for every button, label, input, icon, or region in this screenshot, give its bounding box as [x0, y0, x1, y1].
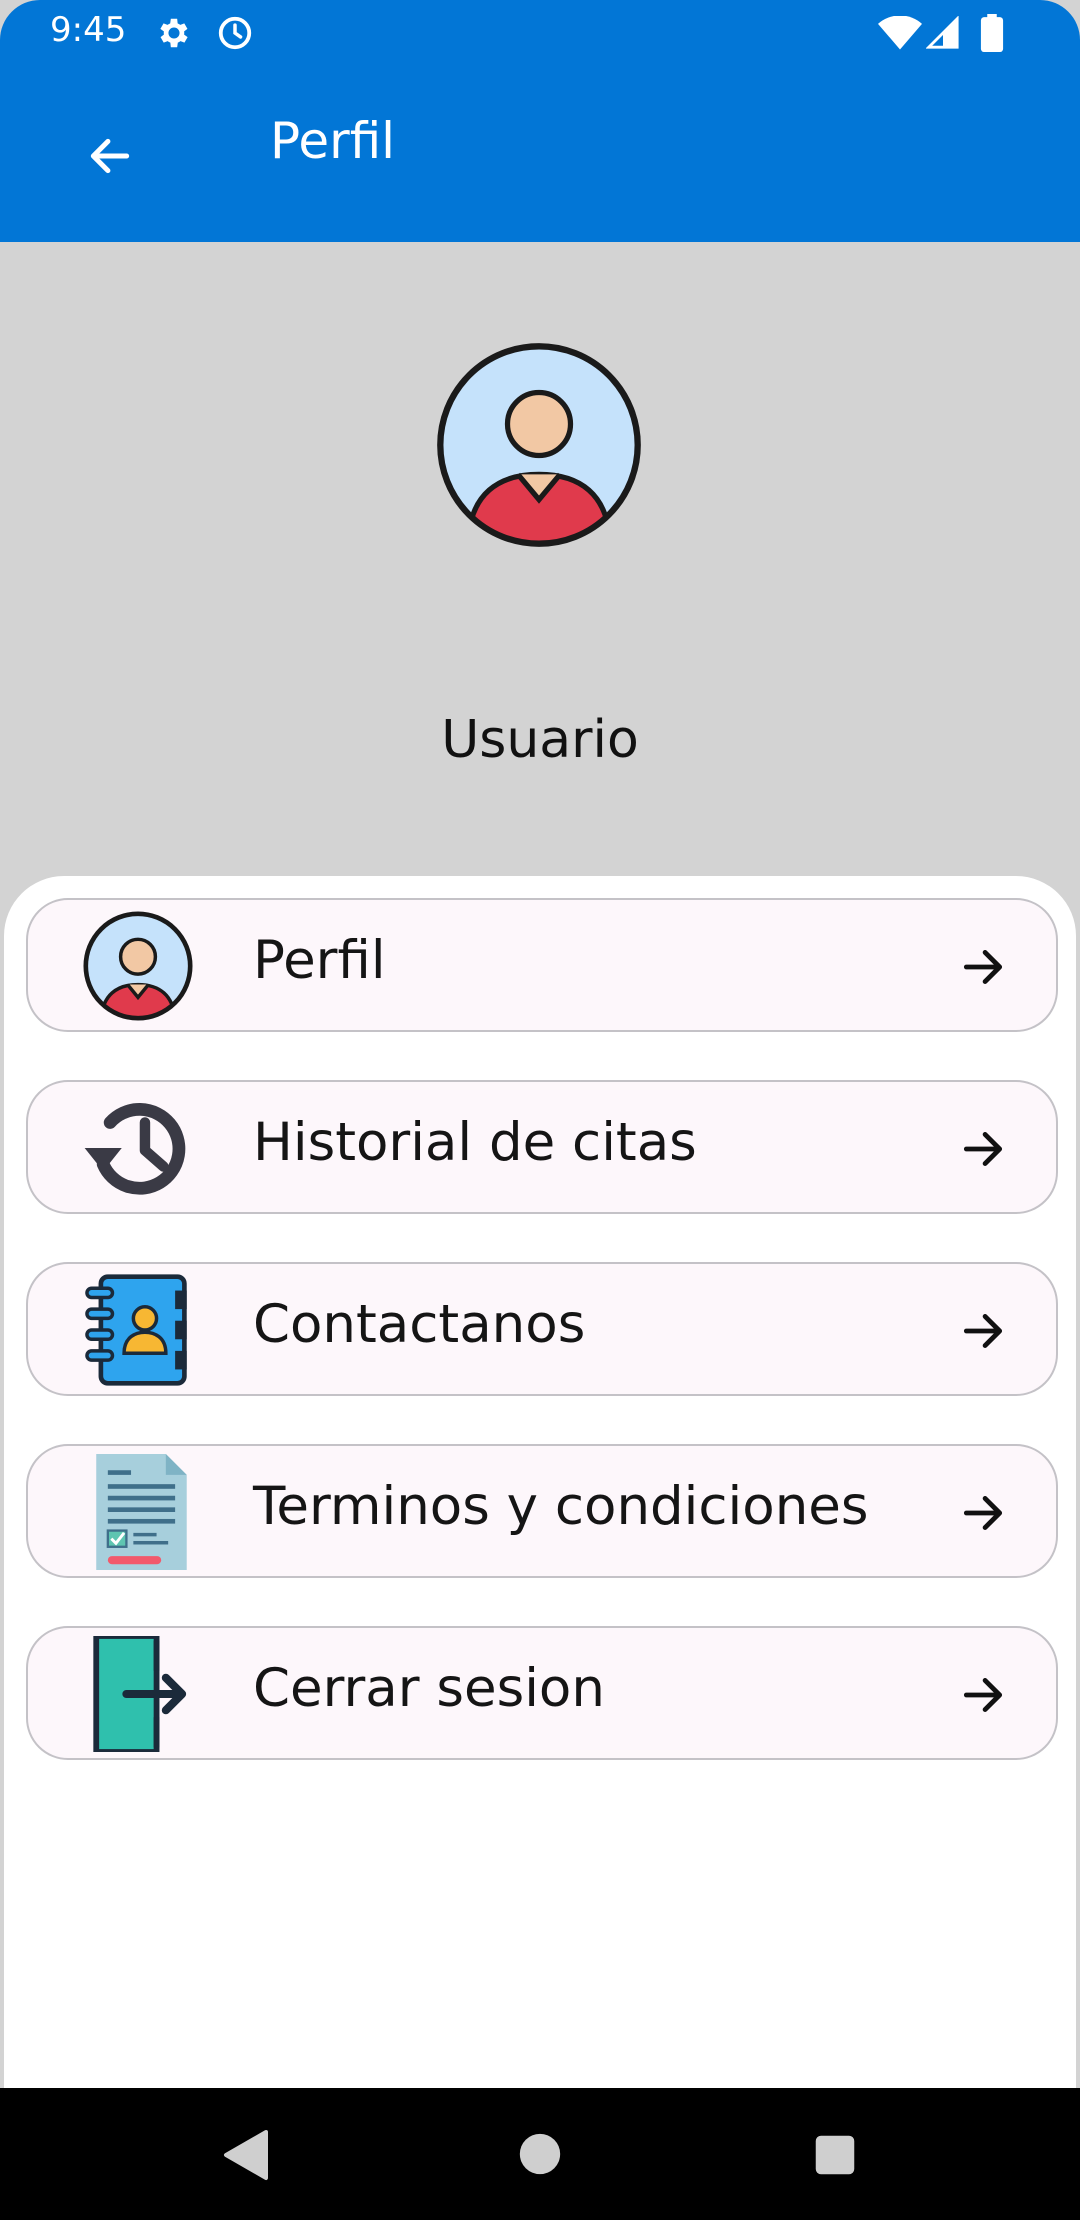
- arrow-right-icon: [963, 1678, 1003, 1712]
- user-avatar-icon: [83, 911, 193, 1021]
- arrow-right-icon: [963, 1496, 1003, 1530]
- status-time: 9:45: [50, 10, 127, 50]
- menu-item-cerrar-sesion[interactable]: Cerrar sesion: [26, 1626, 1058, 1760]
- arrow-right-icon: [963, 1314, 1003, 1348]
- document-icon: [96, 1454, 187, 1570]
- logout-door-icon: [93, 1636, 187, 1752]
- menu-item-label: Terminos y condiciones: [253, 1476, 869, 1537]
- back-button[interactable]: [72, 118, 148, 194]
- profile-screen: 9:45 Perfil Usuario Perfil Historial de …: [0, 0, 1080, 2220]
- back-triangle-icon[interactable]: [222, 2128, 270, 2182]
- contact-book-icon: [85, 1274, 187, 1386]
- menu-sheet: Perfil Historial de citas Contactanos Te…: [4, 876, 1076, 2088]
- page-title: Perfil: [270, 112, 396, 170]
- arrow-right-icon: [963, 950, 1003, 984]
- menu-item-label: Cerrar sesion: [253, 1658, 605, 1719]
- menu-item-perfil[interactable]: Perfil: [26, 898, 1058, 1032]
- recents-square-icon[interactable]: [814, 2134, 856, 2176]
- arrow-left-icon: [90, 138, 130, 174]
- app-bar: 9:45 Perfil: [0, 0, 1080, 242]
- menu-item-label: Historial de citas: [253, 1112, 697, 1173]
- history-icon: [84, 1103, 186, 1195]
- arrow-right-icon: [963, 1132, 1003, 1166]
- menu-item-contactanos[interactable]: Contactanos: [26, 1262, 1058, 1396]
- gear-icon: [160, 18, 188, 48]
- status-bar: 9:45: [0, 0, 1080, 66]
- signal-icon: [926, 16, 959, 49]
- menu-item-label: Perfil: [253, 930, 386, 991]
- menu-item-terminos[interactable]: Terminos y condiciones: [26, 1444, 1058, 1578]
- profile-username: Usuario: [441, 710, 639, 770]
- wifi-icon: [878, 16, 922, 50]
- menu-item-historial[interactable]: Historial de citas: [26, 1080, 1058, 1214]
- system-nav-bar: [0, 2088, 1080, 2220]
- home-circle-icon[interactable]: [518, 2132, 562, 2176]
- user-avatar-icon: [437, 343, 641, 547]
- alarm-clock-icon: [218, 16, 252, 50]
- battery-icon: [980, 14, 1004, 52]
- menu-item-label: Contactanos: [253, 1294, 586, 1355]
